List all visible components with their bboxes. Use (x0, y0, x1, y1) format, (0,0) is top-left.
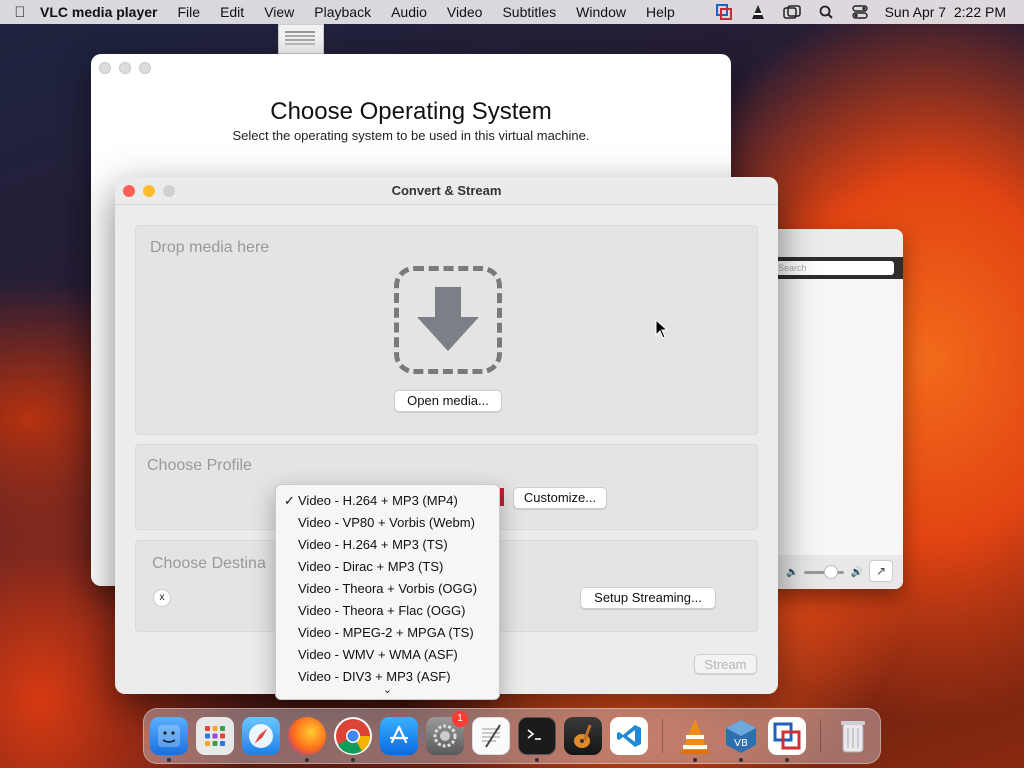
profile-option[interactable]: Video - Theora + Vorbis (OGG) (276, 578, 499, 600)
scroll-down-chevron-icon[interactable]: ⌄ (276, 683, 499, 699)
app-menu[interactable]: VLC media player (40, 4, 158, 20)
profile-option-label: Video - MPEG-2 + MPGA (TS) (298, 625, 474, 640)
vscode-icon[interactable] (610, 717, 648, 755)
vm-zoom-button[interactable] (139, 62, 151, 74)
checkmark-icon: ✓ (284, 493, 295, 508)
menu-window[interactable]: Window (576, 4, 626, 20)
profile-dropdown-menu[interactable]: ✓ Video - H.264 + MP3 (MP4) Video - VP80… (275, 484, 500, 700)
profile-option-label: Video - Theora + Vorbis (OGG) (298, 581, 478, 596)
profile-option-label: Video - Theora + Flac (OGG) (298, 603, 466, 618)
chrome-icon[interactable] (334, 717, 372, 755)
download-arrow-head (417, 317, 479, 351)
firefox-icon[interactable] (288, 717, 326, 755)
menu-clock[interactable]: Sun Apr 7 2:22 PM (885, 4, 1006, 20)
menu-subtitles[interactable]: Subtitles (502, 4, 556, 20)
menu-help[interactable]: Help (646, 4, 675, 20)
profile-option[interactable]: Video - Theora + Flac (OGG) (276, 600, 499, 622)
running-indicator (785, 758, 789, 762)
garageband-icon[interactable] (564, 717, 602, 755)
vm-wizard-subtitle: Select the operating system to be used i… (232, 128, 590, 143)
trash-icon[interactable] (834, 717, 872, 755)
apple-menu-icon[interactable]:  (0, 4, 40, 21)
profile-popup-edge (500, 488, 504, 506)
profile-option[interactable]: Video - VP80 + Vorbis (Webm) (276, 512, 499, 534)
profile-option[interactable]: Video - WMV + WMA (ASF) (276, 644, 499, 666)
dock-separator (820, 719, 821, 753)
stream-button[interactable]: Stream (694, 654, 757, 674)
mouse-cursor-icon (655, 319, 669, 339)
profile-option-label: Video - DIV3 + MP3 (ASF) (298, 669, 451, 684)
open-media-button[interactable]: Open media... (394, 390, 502, 412)
desktop-file-thumbnail[interactable] (278, 24, 324, 54)
menu-view[interactable]: View (264, 4, 294, 20)
status-area: Sun Apr 7 2:22 PM (715, 0, 1006, 24)
terminal-icon[interactable] (518, 717, 556, 755)
vm-close-button[interactable] (99, 62, 111, 74)
svg-text:VB: VB (734, 738, 748, 749)
vlc-controls-bar: 🔈 🔊 ↗ (760, 555, 903, 589)
volume-slider[interactable] (804, 564, 845, 579)
clear-destination-button[interactable]: x (153, 589, 171, 607)
profile-option-label: Video - Dirac + MP3 (TS) (298, 559, 444, 574)
vm-wizard-title: Choose Operating System (270, 98, 552, 125)
finder-icon[interactable] (150, 717, 188, 755)
running-indicator (351, 758, 355, 762)
fullscreen-icon: ↗ (875, 564, 887, 578)
menu-audio[interactable]: Audio (391, 4, 427, 20)
spotlight-search-icon[interactable] (817, 4, 835, 20)
safari-icon[interactable] (242, 717, 280, 755)
menu-bar:  VLC media player File Edit View Playba… (0, 0, 1024, 24)
app-store-icon[interactable] (380, 717, 418, 755)
drop-zone-icon (394, 266, 502, 374)
customize-button[interactable]: Customize... (513, 487, 607, 509)
profile-option[interactable]: Video - Dirac + MP3 (TS) (276, 556, 499, 578)
system-settings-icon[interactable]: 1 (426, 711, 468, 755)
setup-streaming-button[interactable]: Setup Streaming... (580, 587, 716, 609)
running-indicator (739, 758, 743, 762)
vlc-icon[interactable] (676, 717, 714, 755)
dock: 1 VB (143, 708, 881, 764)
profile-option-label: Video - H.264 + MP3 (MP4) (298, 493, 458, 508)
settings-badge: 1 (452, 711, 468, 727)
choose-destination-label: Choose Destina (152, 555, 266, 572)
vlc-search-field[interactable]: Search (774, 261, 894, 275)
vlc-playlist-window: Search 🔈 🔊 ↗ (760, 229, 903, 589)
running-indicator (535, 758, 539, 762)
profile-option-label: Video - H.264 + MP3 (TS) (298, 537, 448, 552)
menu-file[interactable]: File (178, 4, 201, 20)
download-arrow-shaft (435, 287, 461, 319)
menu-edit[interactable]: Edit (220, 4, 244, 20)
profile-option-label: Video - VP80 + Vorbis (Webm) (298, 515, 475, 530)
volume-high-icon: 🔊 (850, 566, 863, 578)
migration-icon[interactable] (768, 717, 806, 755)
vm-minimize-button[interactable] (119, 62, 131, 74)
migration-status-icon[interactable] (715, 4, 733, 20)
fullscreen-button[interactable]: ↗ (869, 560, 893, 582)
running-indicator (305, 758, 309, 762)
volume-low-icon: 🔈 (786, 566, 799, 578)
profile-option-label: Video - WMV + WMA (ASF) (298, 647, 458, 662)
textedit-icon[interactable] (472, 717, 510, 755)
running-indicator (693, 758, 697, 762)
menu-video[interactable]: Video (447, 4, 483, 20)
vlc-status-icon[interactable] (749, 4, 767, 20)
drop-media-label: Drop media here (150, 239, 270, 256)
profile-option[interactable]: Video - H.264 + MP3 (TS) (276, 534, 499, 556)
profile-option[interactable]: Video - MPEG-2 + MPGA (TS) (276, 622, 499, 644)
vm-window-controls (99, 62, 151, 74)
running-indicator (167, 758, 171, 762)
convert-stream-titlebar: Convert & Stream (115, 177, 778, 205)
vlc-toolbar: Search (760, 257, 903, 279)
window-switch-icon[interactable] (782, 4, 801, 20)
profile-option[interactable]: ✓ Video - H.264 + MP3 (MP4) (276, 490, 499, 512)
launchpad-icon[interactable] (196, 717, 234, 755)
volume-knob[interactable] (824, 564, 839, 579)
choose-profile-label: Choose Profile (147, 457, 252, 474)
dock-separator (662, 719, 663, 753)
virtualbox-icon[interactable]: VB (722, 717, 760, 755)
vlc-playlist-area[interactable] (760, 279, 903, 559)
menu-playback[interactable]: Playback (314, 4, 371, 20)
window-title: Convert & Stream (391, 183, 502, 198)
control-center-icon[interactable] (851, 4, 869, 20)
